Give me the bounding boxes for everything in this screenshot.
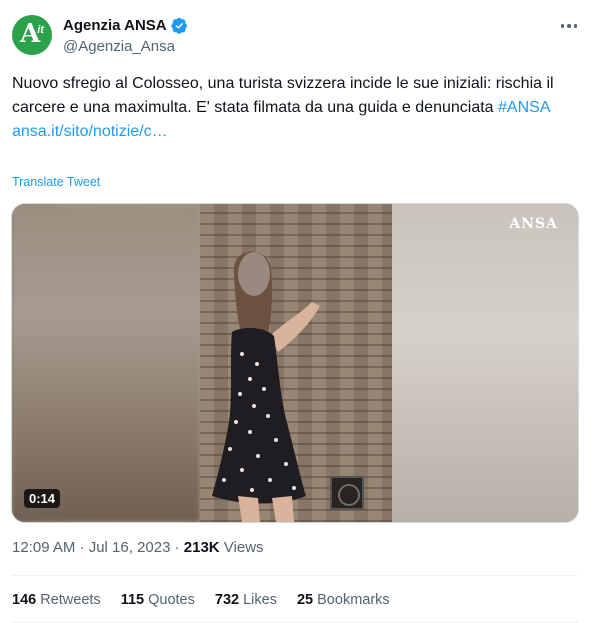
more-options-icon[interactable] bbox=[559, 16, 579, 36]
views-label: Views bbox=[219, 539, 264, 556]
bookmarks-label: Bookmarks bbox=[313, 592, 390, 608]
tweet-time[interactable]: 12:09 AM · Jul 16, 2023 · bbox=[12, 539, 184, 556]
quotes-count: 115 bbox=[120, 592, 145, 608]
tweet: A it Agenzia ANSA @Agenzia_Ansa Nuovo sf… bbox=[0, 0, 601, 623]
video-player[interactable]: ANSA 0:14 bbox=[11, 203, 579, 523]
quotes-stat[interactable]: 115 Quotes bbox=[121, 592, 195, 608]
video-duration: 0:14 bbox=[24, 489, 61, 508]
bookmarks-stat[interactable]: 25 Bookmarks bbox=[297, 592, 390, 608]
engagement-stats: 146 Retweets 115 Quotes 732 Likes 25 Boo… bbox=[12, 592, 390, 608]
retweets-count: 146 bbox=[12, 592, 37, 608]
article-link[interactable]: ansa.it/sito/notizie/c… bbox=[12, 120, 582, 144]
views-count: 213K bbox=[183, 539, 220, 556]
tweet-text: Nuovo sfregio al Colosseo, una turista s… bbox=[12, 72, 582, 144]
display-name[interactable]: Agenzia ANSA bbox=[63, 17, 167, 34]
verified-badge-icon bbox=[170, 17, 187, 34]
video-blur-right bbox=[392, 204, 578, 522]
tweet-meta: 12:09 AM · Jul 16, 2023 · 213K Views bbox=[12, 539, 264, 556]
likes-label: Likes bbox=[239, 592, 277, 608]
bookmarks-count: 25 bbox=[296, 592, 314, 608]
retweets-label: Retweets bbox=[36, 592, 101, 608]
author-row: Agenzia ANSA bbox=[63, 17, 188, 34]
avatar-suffix: it bbox=[37, 24, 44, 36]
video-blur-left bbox=[12, 204, 200, 522]
likes-stat[interactable]: 732 Likes bbox=[215, 592, 277, 608]
divider bbox=[12, 575, 578, 576]
likes-count: 732 bbox=[214, 592, 240, 608]
ansa-watermark: ANSA bbox=[509, 216, 558, 232]
dot bbox=[560, 24, 565, 28]
retweets-stat[interactable]: 146 Retweets bbox=[12, 592, 101, 608]
hashtag-link[interactable]: #ANSA bbox=[498, 99, 550, 116]
dot bbox=[567, 24, 571, 28]
tweet-body: Nuovo sfregio al Colosseo, una turista s… bbox=[12, 75, 554, 116]
video-person bbox=[212, 251, 320, 522]
handle[interactable]: @Agenzia_Ansa bbox=[63, 38, 175, 55]
dot bbox=[573, 24, 578, 28]
avatar[interactable]: A it bbox=[12, 15, 52, 55]
quotes-label: Quotes bbox=[144, 592, 195, 608]
translate-tweet-link[interactable]: Translate Tweet bbox=[12, 175, 100, 189]
wall-vent bbox=[330, 476, 364, 510]
